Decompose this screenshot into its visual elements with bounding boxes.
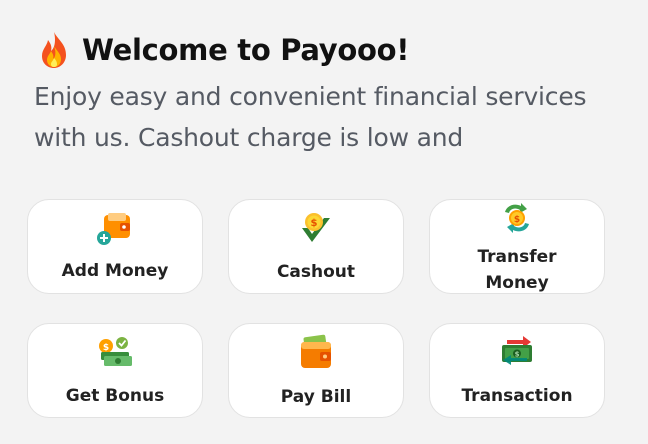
page-title: Welcome to Payooo!	[82, 33, 410, 67]
add-money-label: Add Money	[61, 261, 169, 281]
money-transfer-icon: $	[502, 336, 532, 365]
transfer-money-button[interactable]: $ Transfer Money	[429, 199, 605, 294]
welcome-heading: Welcome to Payooo!	[34, 30, 410, 70]
transaction-button[interactable]: $ Transaction	[429, 323, 605, 418]
wallet-icon	[301, 334, 331, 368]
wallet-add-icon	[97, 213, 130, 245]
transfer-money-label: Transfer Money	[477, 247, 557, 293]
bonus-money-icon: $	[99, 337, 132, 366]
fire-icon	[42, 32, 66, 68]
svg-text:$: $	[514, 215, 520, 225]
add-money-button[interactable]: Add Money	[27, 199, 203, 294]
transfer-coin-icon: $	[505, 203, 529, 233]
svg-text:$: $	[311, 218, 318, 229]
svg-text:$: $	[103, 343, 109, 353]
get-bonus-button[interactable]: $ Get Bonus	[27, 323, 203, 418]
transaction-label: Transaction	[461, 386, 573, 406]
welcome-description: Enjoy easy and convenient financial serv…	[34, 82, 587, 152]
pay-bill-button[interactable]: Pay Bill	[228, 323, 404, 418]
coin-check-icon: $	[302, 213, 330, 242]
pay-bill-label: Pay Bill	[280, 387, 352, 407]
svg-text:$: $	[515, 351, 520, 359]
cashout-label: Cashout	[276, 262, 356, 282]
cashout-button[interactable]: $ Cashout	[228, 199, 404, 294]
get-bonus-label: Get Bonus	[65, 386, 165, 406]
